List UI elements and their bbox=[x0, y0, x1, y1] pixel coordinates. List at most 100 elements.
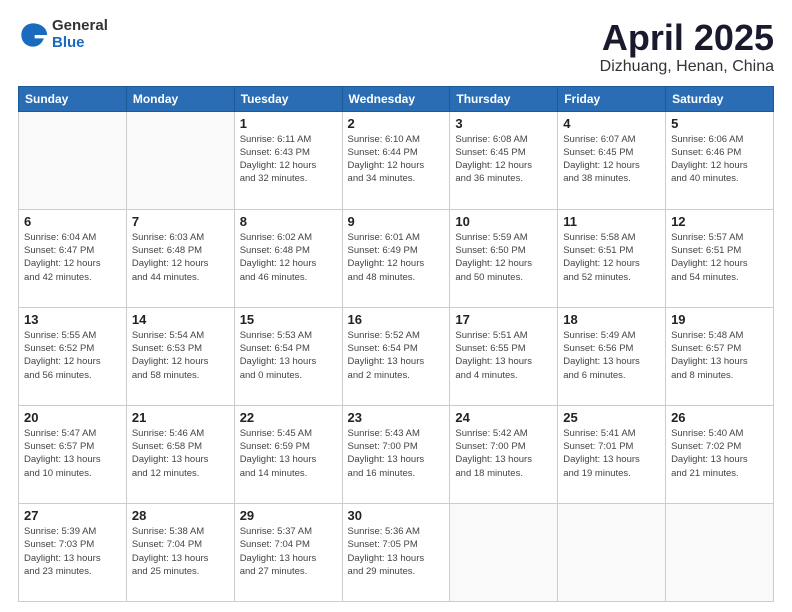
day-number: 10 bbox=[455, 214, 552, 229]
table-row: 16Sunrise: 5:52 AM Sunset: 6:54 PM Dayli… bbox=[342, 307, 450, 405]
day-info: Sunrise: 6:01 AM Sunset: 6:49 PM Dayligh… bbox=[348, 231, 445, 284]
logo-general-text: General bbox=[52, 18, 108, 35]
table-row: 26 Sunrise: 5:40 AM Sunset: 7:02 PM Dayli… bbox=[666, 405, 774, 503]
week-row-3: 20 Sunrise: 5:47 AM Sunset: 6:57 PM Dayli… bbox=[19, 405, 774, 503]
day-number: 29 bbox=[240, 508, 337, 523]
day-info: Sunrise: 6:08 AM Sunset: 6:45 PM Dayligh… bbox=[455, 133, 552, 186]
page: General Blue April 2025 Dizhuang, Henan,… bbox=[0, 0, 792, 612]
day-number: 27 bbox=[24, 508, 121, 523]
logo: General Blue bbox=[18, 18, 108, 51]
day-info: Sunrise: 6:07 AM Sunset: 6:45 PM Dayligh… bbox=[563, 133, 660, 186]
week-row-0: 1Sunrise: 6:11 AM Sunset: 6:43 PM Daylig… bbox=[19, 111, 774, 209]
day-info: Sunrise: 5:49 AM Sunset: 6:56 PM Dayligh… bbox=[563, 329, 660, 382]
logo-text: General Blue bbox=[52, 18, 108, 51]
day-info: Sunrise: 5:58 AM Sunset: 6:51 PM Dayligh… bbox=[563, 231, 660, 284]
day-info: Sunrise: 5:48 AM Sunset: 6:57 PM Dayligh… bbox=[671, 329, 768, 382]
day-info: Sunrise: 5:41 AM Sunset: 7:01 PM Dayligh… bbox=[563, 427, 660, 480]
table-row: 15Sunrise: 5:53 AM Sunset: 6:54 PM Dayli… bbox=[234, 307, 342, 405]
day-number: 14 bbox=[132, 312, 229, 327]
logo-blue-text: Blue bbox=[52, 35, 108, 52]
day-info: Sunrise: 5:45 AM Sunset: 6:59 PM Dayligh… bbox=[240, 427, 337, 480]
day-number: 11 bbox=[563, 214, 660, 229]
table-row: 28 Sunrise: 5:38 AM Sunset: 7:04 PM Dayli… bbox=[126, 503, 234, 601]
col-monday: Monday bbox=[126, 86, 234, 111]
table-row: 27Sunrise: 5:39 AM Sunset: 7:03 PM Dayli… bbox=[19, 503, 127, 601]
table-row: 13Sunrise: 5:55 AM Sunset: 6:52 PM Dayli… bbox=[19, 307, 127, 405]
day-number: 5 bbox=[671, 116, 768, 131]
day-number: 26 bbox=[671, 410, 768, 425]
day-info: Sunrise: 5:36 AM Sunset: 7:05 PM Dayligh… bbox=[348, 525, 445, 578]
table-row: 4 Sunrise: 6:07 AM Sunset: 6:45 PM Daylig… bbox=[558, 111, 666, 209]
day-info: Sunrise: 5:59 AM Sunset: 6:50 PM Dayligh… bbox=[455, 231, 552, 284]
day-info: Sunrise: 5:51 AM Sunset: 6:55 PM Dayligh… bbox=[455, 329, 552, 382]
table-row: 21Sunrise: 5:46 AM Sunset: 6:58 PM Dayli… bbox=[126, 405, 234, 503]
day-number: 19 bbox=[671, 312, 768, 327]
table-row bbox=[450, 503, 558, 601]
table-row: 24 Sunrise: 5:42 AM Sunset: 7:00 PM Dayli… bbox=[450, 405, 558, 503]
day-info: Sunrise: 5:40 AM Sunset: 7:02 PM Dayligh… bbox=[671, 427, 768, 480]
week-row-4: 27Sunrise: 5:39 AM Sunset: 7:03 PM Dayli… bbox=[19, 503, 774, 601]
day-number: 7 bbox=[132, 214, 229, 229]
day-info: Sunrise: 5:54 AM Sunset: 6:53 PM Dayligh… bbox=[132, 329, 229, 382]
day-number: 8 bbox=[240, 214, 337, 229]
calendar-subtitle: Dizhuang, Henan, China bbox=[600, 58, 774, 76]
day-number: 6 bbox=[24, 214, 121, 229]
table-row: 30Sunrise: 5:36 AM Sunset: 7:05 PM Dayli… bbox=[342, 503, 450, 601]
table-row: 17 Sunrise: 5:51 AM Sunset: 6:55 PM Dayli… bbox=[450, 307, 558, 405]
table-row: 10 Sunrise: 5:59 AM Sunset: 6:50 PM Dayli… bbox=[450, 209, 558, 307]
table-row: 18 Sunrise: 5:49 AM Sunset: 6:56 PM Dayli… bbox=[558, 307, 666, 405]
day-info: Sunrise: 5:55 AM Sunset: 6:52 PM Dayligh… bbox=[24, 329, 121, 382]
header: General Blue April 2025 Dizhuang, Henan,… bbox=[18, 18, 774, 76]
table-row: 5 Sunrise: 6:06 AM Sunset: 6:46 PM Daylig… bbox=[666, 111, 774, 209]
day-number: 9 bbox=[348, 214, 445, 229]
table-row: 20 Sunrise: 5:47 AM Sunset: 6:57 PM Dayli… bbox=[19, 405, 127, 503]
title-block: April 2025 Dizhuang, Henan, China bbox=[600, 18, 774, 76]
table-row: 11 Sunrise: 5:58 AM Sunset: 6:51 PM Dayli… bbox=[558, 209, 666, 307]
day-number: 18 bbox=[563, 312, 660, 327]
day-info: Sunrise: 6:03 AM Sunset: 6:48 PM Dayligh… bbox=[132, 231, 229, 284]
day-number: 28 bbox=[132, 508, 229, 523]
table-row: 3 Sunrise: 6:08 AM Sunset: 6:45 PM Daylig… bbox=[450, 111, 558, 209]
table-row: 25Sunrise: 5:41 AM Sunset: 7:01 PM Dayli… bbox=[558, 405, 666, 503]
table-row: 14 Sunrise: 5:54 AM Sunset: 6:53 PM Dayli… bbox=[126, 307, 234, 405]
table-row: 23 Sunrise: 5:43 AM Sunset: 7:00 PM Dayli… bbox=[342, 405, 450, 503]
day-info: Sunrise: 6:02 AM Sunset: 6:48 PM Dayligh… bbox=[240, 231, 337, 284]
day-number: 4 bbox=[563, 116, 660, 131]
day-number: 20 bbox=[24, 410, 121, 425]
col-tuesday: Tuesday bbox=[234, 86, 342, 111]
table-row: 29Sunrise: 5:37 AM Sunset: 7:04 PM Dayli… bbox=[234, 503, 342, 601]
day-number: 24 bbox=[455, 410, 552, 425]
table-row: 9 Sunrise: 6:01 AM Sunset: 6:49 PM Daylig… bbox=[342, 209, 450, 307]
day-number: 17 bbox=[455, 312, 552, 327]
day-info: Sunrise: 6:04 AM Sunset: 6:47 PM Dayligh… bbox=[24, 231, 121, 284]
day-number: 21 bbox=[132, 410, 229, 425]
calendar-header-row: Sunday Monday Tuesday Wednesday Thursday… bbox=[19, 86, 774, 111]
day-info: Sunrise: 5:38 AM Sunset: 7:04 PM Dayligh… bbox=[132, 525, 229, 578]
table-row: 19 Sunrise: 5:48 AM Sunset: 6:57 PM Dayli… bbox=[666, 307, 774, 405]
table-row: 2 Sunrise: 6:10 AM Sunset: 6:44 PM Daylig… bbox=[342, 111, 450, 209]
day-number: 1 bbox=[240, 116, 337, 131]
table-row: 22 Sunrise: 5:45 AM Sunset: 6:59 PM Dayli… bbox=[234, 405, 342, 503]
table-row: 7 Sunrise: 6:03 AM Sunset: 6:48 PM Daylig… bbox=[126, 209, 234, 307]
day-info: Sunrise: 6:06 AM Sunset: 6:46 PM Dayligh… bbox=[671, 133, 768, 186]
table-row: 8 Sunrise: 6:02 AM Sunset: 6:48 PM Daylig… bbox=[234, 209, 342, 307]
day-info: Sunrise: 6:10 AM Sunset: 6:44 PM Dayligh… bbox=[348, 133, 445, 186]
day-info: Sunrise: 5:42 AM Sunset: 7:00 PM Dayligh… bbox=[455, 427, 552, 480]
table-row: 12 Sunrise: 5:57 AM Sunset: 6:51 PM Dayli… bbox=[666, 209, 774, 307]
day-number: 22 bbox=[240, 410, 337, 425]
day-info: Sunrise: 5:57 AM Sunset: 6:51 PM Dayligh… bbox=[671, 231, 768, 284]
calendar-table: Sunday Monday Tuesday Wednesday Thursday… bbox=[18, 86, 774, 602]
logo-icon bbox=[18, 20, 48, 50]
day-info: Sunrise: 5:47 AM Sunset: 6:57 PM Dayligh… bbox=[24, 427, 121, 480]
day-info: Sunrise: 5:43 AM Sunset: 7:00 PM Dayligh… bbox=[348, 427, 445, 480]
day-number: 16 bbox=[348, 312, 445, 327]
week-row-1: 6 Sunrise: 6:04 AM Sunset: 6:47 PM Daylig… bbox=[19, 209, 774, 307]
table-row bbox=[558, 503, 666, 601]
day-number: 23 bbox=[348, 410, 445, 425]
table-row: 6 Sunrise: 6:04 AM Sunset: 6:47 PM Daylig… bbox=[19, 209, 127, 307]
day-number: 2 bbox=[348, 116, 445, 131]
day-number: 3 bbox=[455, 116, 552, 131]
table-row: 1Sunrise: 6:11 AM Sunset: 6:43 PM Daylig… bbox=[234, 111, 342, 209]
week-row-2: 13Sunrise: 5:55 AM Sunset: 6:52 PM Dayli… bbox=[19, 307, 774, 405]
day-number: 12 bbox=[671, 214, 768, 229]
